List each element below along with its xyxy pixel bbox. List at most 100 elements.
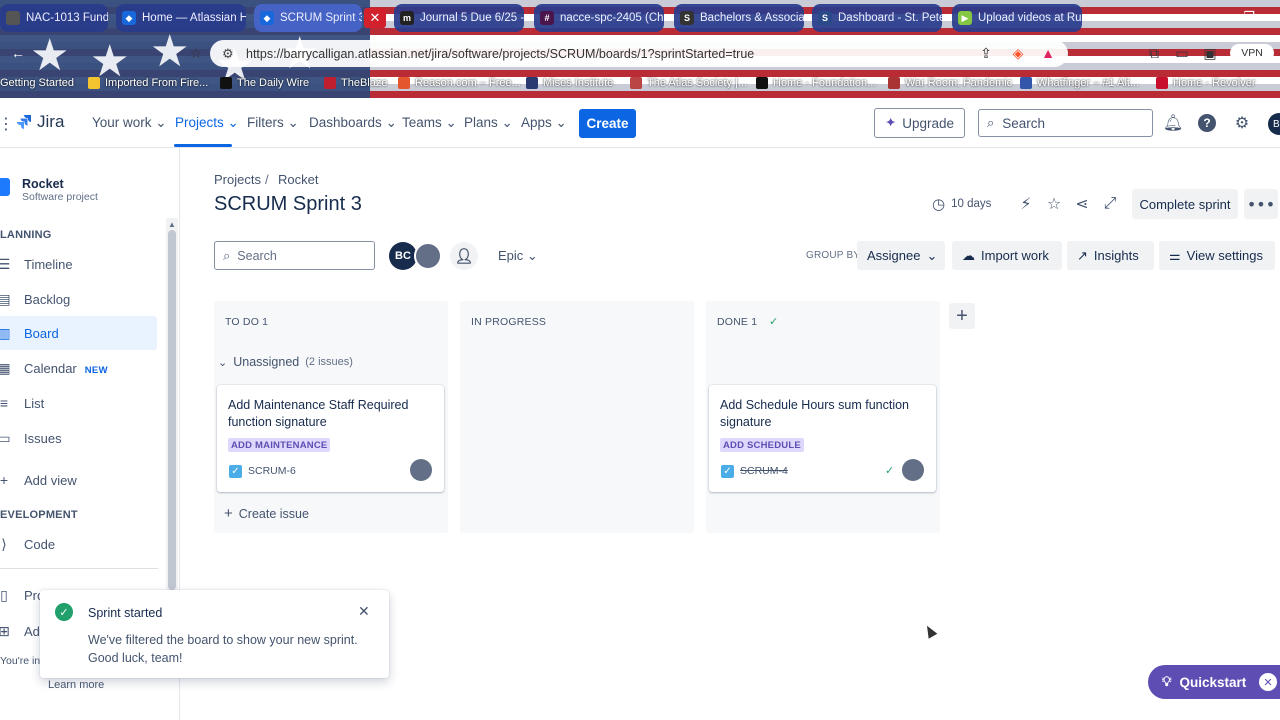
sidebar-item-code[interactable]: ⟩ Code <box>0 527 157 561</box>
tab-search-icon[interactable]: ⌄ <box>1156 6 1186 28</box>
user-avatar-bc[interactable]: BC <box>389 242 417 270</box>
bookmark-item[interactable]: War Room: Pandemic <box>888 74 1012 92</box>
issue-key[interactable]: SCRUM-6 <box>248 465 296 477</box>
add-people-icon[interactable]: 👤︎ <box>450 242 478 270</box>
sidebar-item-timeline[interactable]: ☰ Timeline <box>0 247 157 281</box>
brave-rewards-icon[interactable]: ▲ <box>1038 43 1058 63</box>
profile-avatar[interactable]: B <box>1268 113 1280 135</box>
assignee-avatar-icon[interactable] <box>902 459 924 481</box>
extensions-icon[interactable]: ⧉ <box>1144 43 1164 63</box>
issue-card[interactable]: Add Maintenance Staff Required function … <box>217 385 444 492</box>
epic-lozenge[interactable]: ADD MAINTENANCE <box>228 438 331 452</box>
bookmark-item[interactable]: Whatfinger – #1 Alt... <box>1020 74 1139 92</box>
minimize-icon[interactable]: — <box>1196 6 1226 28</box>
sidebar-toggle-icon[interactable]: ▭ <box>1172 43 1192 63</box>
calendar-icon: ▦ <box>0 360 12 377</box>
address-bar[interactable]: ⚙ https://barrycalligan.atlassian.net/ji… <box>210 40 1068 67</box>
browser-tab[interactable]: S Dashboard - St. Peter <box>812 4 942 32</box>
assignee-avatar-icon[interactable] <box>410 459 432 481</box>
browser-tab[interactable]: # nacce-spc-2405 (Cha <box>534 4 664 32</box>
close-tab-icon[interactable]: ✕ <box>364 8 386 28</box>
unassigned-avatar-icon[interactable] <box>414 242 442 270</box>
reason-icon <box>398 77 410 89</box>
bookmark-item[interactable]: Getting Started <box>0 74 74 92</box>
insights-button[interactable]: ↗ Insights <box>1067 241 1154 270</box>
browser-chrome: ★ ★ ★ ★ ★ NAC-1013 Fundamen ◆Home — Atla… <box>0 0 1280 98</box>
breadcrumb-rocket[interactable]: Rocket <box>278 172 318 187</box>
settings-gear-icon[interactable]: ⚙ <box>1231 112 1253 134</box>
nav-projects[interactable]: Projects ⌄ <box>175 115 239 131</box>
automation-lightning-icon[interactable]: ⚡︎ <box>1016 194 1036 214</box>
global-search-input[interactable]: ⌕ Search <box>978 109 1153 137</box>
column-title: IN PROGRESS <box>471 316 547 328</box>
browser-tab[interactable]: ◆ Home — Atlassian He <box>116 4 246 32</box>
upgrade-button[interactable]: ✦ Upgrade <box>874 108 965 138</box>
app-switcher-icon[interactable]: ⋮ <box>0 114 14 134</box>
bookmark-item[interactable]: Home - Revolver <box>1156 74 1256 92</box>
wallet-icon[interactable]: ▣ <box>1200 43 1220 63</box>
bookmark-item[interactable]: Reason.com – Free... <box>398 74 521 92</box>
star-icon[interactable]: ☆ <box>1044 194 1064 214</box>
brave-shield-icon[interactable]: ◈ <box>1008 43 1028 63</box>
scroll-up-icon[interactable]: ▲ <box>168 220 176 229</box>
bookmark-item[interactable]: Mises Institute <box>526 74 613 92</box>
learn-more-link[interactable]: Learn more <box>48 679 104 691</box>
share-icon[interactable]: ⇪ <box>976 43 996 63</box>
more-actions-button[interactable]: ••• <box>1244 189 1278 219</box>
bookmark-item[interactable]: Home - Foundation... <box>756 74 876 92</box>
nav-apps[interactable]: Apps ⌄ <box>521 115 567 131</box>
nav-dashboards[interactable]: Dashboards ⌄ <box>309 115 397 131</box>
swimlane-unassigned[interactable]: ⌄ Unassigned (2 issues) <box>218 355 353 369</box>
breadcrumb-projects[interactable]: Projects <box>214 172 261 187</box>
epic-lozenge[interactable]: ADD SCHEDULE <box>720 438 804 452</box>
sidebar-item-add-view[interactable]: + Add view <box>0 463 157 497</box>
browser-tab[interactable]: NAC-1013 Fundamen <box>0 4 108 32</box>
share-icon[interactable]: ⋖ <box>1072 194 1092 214</box>
nav-filters[interactable]: Filters ⌄ <box>247 115 299 131</box>
nav-plans[interactable]: Plans ⌄ <box>464 115 513 131</box>
sidebar-item-calendar[interactable]: ▦ Calendar NEW <box>0 351 157 385</box>
epic-filter-dropdown[interactable]: Epic ⌄ <box>498 248 538 264</box>
notifications-icon[interactable]: 🔔︎ <box>1162 112 1184 134</box>
expand-icon[interactable]: ⤢ <box>1100 194 1120 214</box>
sprint-time-remaining[interactable]: ◷ 10 days <box>932 195 991 213</box>
nav-your-work[interactable]: Your work ⌄ <box>92 115 167 131</box>
issue-key[interactable]: SCRUM-4 <box>740 465 788 477</box>
bookmark-icon[interactable]: ☆ <box>186 43 206 63</box>
back-icon[interactable]: ← <box>8 43 28 63</box>
project-name[interactable]: Rocket <box>22 177 64 191</box>
sidebar-item-backlog[interactable]: ▤ Backlog <box>0 282 157 316</box>
bookmark-item[interactable]: Imported From Fire... <box>88 74 208 92</box>
bookmark-item[interactable]: The Daily Wire <box>220 74 309 92</box>
sidebar-item-list[interactable]: ≡ List <box>0 386 157 420</box>
browser-tab-active[interactable]: ◆ SCRUM Sprint 3 <box>254 4 362 32</box>
create-button[interactable]: Create <box>579 109 636 138</box>
add-column-button[interactable]: + <box>949 303 975 329</box>
site-settings-icon[interactable]: ⚙ <box>222 46 234 62</box>
bookmark-item[interactable]: TheBlaze <box>324 74 387 92</box>
sidebar-scrollbar-thumb[interactable] <box>168 230 176 590</box>
vpn-button[interactable]: VPN <box>1230 44 1274 62</box>
nav-teams[interactable]: Teams ⌄ <box>402 115 457 131</box>
browser-tab[interactable]: m Journal 5 Due 6/25 - <box>394 4 524 32</box>
complete-sprint-button[interactable]: Complete sprint <box>1132 189 1238 219</box>
restore-icon[interactable]: ❐ <box>1234 6 1264 28</box>
close-icon[interactable]: ✕ <box>358 603 370 620</box>
quickstart-close-icon[interactable]: ✕ <box>1259 673 1277 691</box>
create-issue-button[interactable]: + Create issue <box>224 505 309 522</box>
help-icon[interactable]: ? <box>1196 112 1218 134</box>
sidebar-item-board[interactable]: ▥ Board <box>0 316 157 350</box>
import-work-button[interactable]: ☁ Import work <box>952 241 1062 270</box>
view-settings-label: View settings <box>1186 248 1264 263</box>
group-by-dropdown[interactable]: Assignee ⌄ <box>857 241 945 270</box>
nav-label: Apps <box>521 115 552 130</box>
sidebar-item-issues[interactable]: ▭ Issues <box>0 421 157 455</box>
board-column-in-progress[interactable]: IN PROGRESS <box>460 301 694 533</box>
issue-card[interactable]: Add Schedule Hours sum function signatur… <box>709 385 936 492</box>
browser-tab[interactable]: ▶ Upload videos at Rum <box>952 4 1082 32</box>
jira-logo[interactable]: Jira <box>16 112 64 132</box>
browser-tab[interactable]: S Bachelors & Associat <box>674 4 804 32</box>
board-search-input[interactable]: ⌕ Search <box>214 241 375 270</box>
bookmark-item[interactable]: The Atlas Society |... <box>630 74 747 92</box>
view-settings-button[interactable]: ⚌ View settings <box>1159 241 1275 270</box>
